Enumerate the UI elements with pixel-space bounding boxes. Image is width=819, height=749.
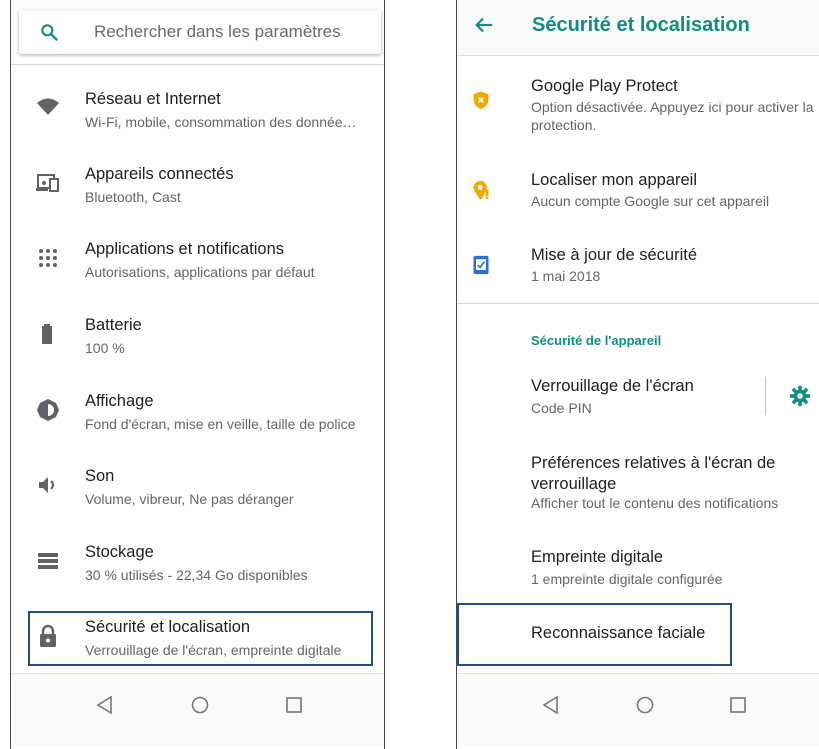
item-title: Verrouillage de l'écran: [531, 377, 694, 395]
item-title: Empreinte digitale: [531, 548, 664, 566]
app-bar: Sécurité et localisation: [457, 0, 819, 56]
item-subtitle: Afficher tout le contenu des notificatio…: [531, 495, 779, 511]
section-header: Sécurité de l'appareil: [531, 333, 662, 348]
settings-item-subtitle: Bluetooth, Cast: [85, 189, 181, 205]
settings-item-subtitle: Wi-Fi, mobile, consommation des donnée…: [85, 114, 357, 130]
security-update-item[interactable]: Mise à jour de sécurité 1 mai 2018: [457, 245, 819, 295]
gear-icon[interactable]: [789, 385, 811, 407]
back-nav-icon[interactable]: [540, 694, 562, 716]
settings-item-title: Stockage: [85, 543, 154, 561]
find-device-icon: [473, 180, 489, 200]
devices-icon: [36, 174, 59, 192]
settings-item-subtitle: 100 %: [85, 340, 125, 356]
settings-item-storage[interactable]: Stockage 30 % utilisés - 22,34 Go dispon…: [11, 535, 384, 605]
search-bar[interactable]: Rechercher dans les paramètres: [19, 10, 381, 54]
settings-item-title: Son: [85, 467, 115, 485]
settings-item-sound[interactable]: Son Volume, vibreur, Ne pas déranger: [11, 459, 384, 529]
back-arrow-icon[interactable]: [473, 14, 495, 36]
lock-screen-preferences-item[interactable]: Préférences relatives à l'écran de verro…: [457, 453, 819, 515]
navigation-bar: [457, 673, 819, 746]
wifi-icon: [37, 98, 59, 115]
security-update-icon: [473, 255, 489, 275]
navigation-bar: [11, 673, 384, 746]
vertical-separator: [765, 377, 766, 415]
recents-nav-icon[interactable]: [727, 694, 749, 716]
settings-item-subtitle: 30 % utilisés - 22,34 Go disponibles: [85, 567, 308, 583]
settings-item-connected-devices[interactable]: Appareils connectés Bluetooth, Cast: [11, 157, 384, 227]
back-nav-icon[interactable]: [94, 694, 116, 716]
item-title: Mise à jour de sécurité: [531, 246, 697, 264]
recents-nav-icon[interactable]: [283, 694, 305, 716]
item-subtitle: Code PIN: [531, 400, 592, 416]
item-subtitle: Aucun compte Google sur cet appareil: [531, 193, 770, 209]
settings-item-title: Applications et notifications: [85, 240, 285, 258]
divider: [11, 64, 384, 65]
find-device-item[interactable]: Localiser mon appareil Aucun compte Goog…: [457, 170, 819, 220]
search-placeholder: Rechercher dans les paramètres: [94, 22, 341, 41]
settings-item-network[interactable]: Réseau et Internet Wi-Fi, mobile, consom…: [11, 82, 384, 152]
highlight-box: [28, 611, 373, 666]
highlight-box: [457, 603, 732, 666]
item-subtitle: Option désactivée. Appuyez ici pour acti…: [531, 99, 814, 133]
settings-item-subtitle: Volume, vibreur, Ne pas déranger: [85, 491, 294, 507]
settings-item-display[interactable]: Affichage Fond d'écran, mise en veille, …: [11, 384, 384, 454]
item-title: Google Play Protect: [531, 77, 678, 95]
settings-item-title: Réseau et Internet: [85, 90, 221, 108]
apps-icon: [39, 249, 57, 267]
settings-item-title: Affichage: [85, 392, 154, 410]
security-screen: Sécurité et localisation Google Play Pro…: [456, 0, 819, 749]
page-title: Sécurité et localisation: [532, 14, 750, 36]
settings-screen: Rechercher dans les paramètres Réseau et…: [10, 0, 385, 749]
shield-icon: [473, 91, 489, 110]
item-title: Localiser mon appareil: [531, 171, 698, 189]
search-icon: [41, 24, 58, 41]
storage-icon: [38, 553, 58, 569]
item-subtitle: 1 empreinte digitale configurée: [531, 571, 723, 587]
divider: [457, 303, 819, 304]
play-protect-item[interactable]: Google Play Protect Option désactivée. A…: [457, 76, 819, 140]
home-nav-icon[interactable]: [189, 694, 211, 716]
settings-item-subtitle: Fond d'écran, mise en veille, taille de …: [85, 416, 356, 432]
settings-item-subtitle: Autorisations, applications par défaut: [85, 264, 315, 280]
settings-item-title: Batterie: [85, 316, 142, 334]
volume-icon: [39, 477, 54, 493]
brightness-icon: [37, 399, 59, 421]
item-subtitle: 1 mai 2018: [531, 268, 601, 284]
settings-item-title: Appareils connectés: [85, 165, 234, 183]
battery-icon: [42, 324, 52, 344]
fingerprint-item[interactable]: Empreinte digitale 1 empreinte digitale …: [457, 547, 819, 591]
settings-item-battery[interactable]: Batterie 100 %: [11, 308, 384, 378]
home-nav-icon[interactable]: [634, 694, 656, 716]
settings-item-apps[interactable]: Applications et notifications Autorisati…: [11, 232, 384, 302]
item-title: Préférences relatives à l'écran de verro…: [531, 454, 776, 493]
